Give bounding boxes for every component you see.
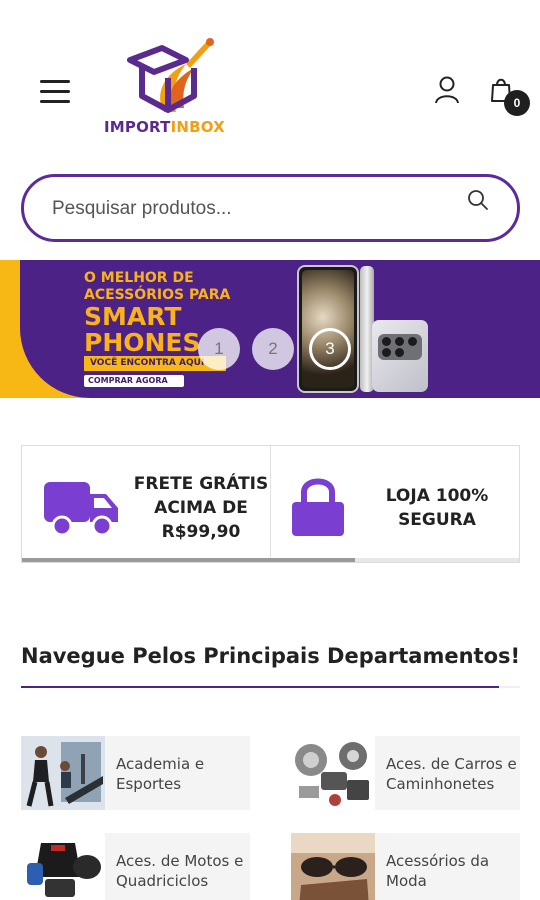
cart-button[interactable]: 0 — [490, 76, 530, 116]
banner-headline: O MELHOR DE ACESSÓRIOS PARA — [84, 270, 231, 303]
phone-back-image — [372, 320, 428, 392]
carousel-dot-2[interactable]: 2 — [252, 328, 294, 370]
lock-icon — [292, 478, 344, 536]
carousel-dot-3[interactable]: 3 — [309, 328, 351, 370]
department-card-academia[interactable]: Academia e Esportes — [21, 736, 250, 810]
carousel-dot-1[interactable]: 1 — [198, 328, 240, 370]
banner-cta-button[interactable]: COMPRAR AGORA — [84, 375, 184, 387]
department-image-fitness — [21, 736, 105, 810]
search-input[interactable] — [52, 195, 452, 223]
heading-underline — [21, 686, 520, 688]
logo-text-inbox: INBOX — [170, 118, 225, 136]
banner-shape — [420, 260, 540, 398]
department-card-moda[interactable]: Acessórios da Moda — [291, 833, 520, 900]
department-label: Aces. de Motos e Quadriciclos — [116, 852, 244, 890]
department-image-moto-gear — [21, 833, 105, 900]
free-shipping-text: FRETE GRÁTIS ACIMA DE R$99,90 — [133, 474, 269, 542]
user-icon[interactable] — [434, 76, 460, 104]
logo-text-import: IMPORT — [104, 118, 171, 136]
departments-heading: Navegue Pelos Principais Departamentos! — [21, 644, 521, 668]
department-card-carros[interactable]: Aces. de Carros e Caminhonetes — [291, 736, 520, 810]
menu-icon[interactable] — [40, 80, 70, 104]
site-header: IMPORTINBOX 0 — [0, 0, 540, 160]
department-image-car-parts — [291, 736, 375, 810]
secure-store-text: LOJA 100% SEGURA — [385, 486, 489, 530]
features-strip: FRETE GRÁTIS ACIMA DE R$99,90 LOJA 100% … — [21, 445, 520, 563]
department-label: Acessórios da Moda — [386, 852, 490, 890]
department-label: Academia e Esportes — [116, 755, 205, 793]
department-card-motos[interactable]: Aces. de Motos e Quadriciclos — [21, 833, 250, 900]
feature-divider — [270, 446, 271, 560]
site-logo[interactable]: IMPORTINBOX — [104, 34, 244, 140]
truck-icon — [44, 482, 118, 537]
department-label: Aces. de Carros e Caminhonetes — [386, 755, 517, 793]
department-image-fashion — [291, 833, 375, 900]
features-scrollbar-thumb[interactable] — [22, 558, 355, 562]
features-scrollbar[interactable] — [22, 558, 519, 562]
cart-count-badge: 0 — [504, 90, 530, 116]
search-icon[interactable] — [467, 189, 489, 211]
logo-wordmark: IMPORTINBOX — [104, 118, 225, 136]
search-bar — [21, 174, 520, 242]
box-rocket-logo-icon — [127, 38, 214, 113]
